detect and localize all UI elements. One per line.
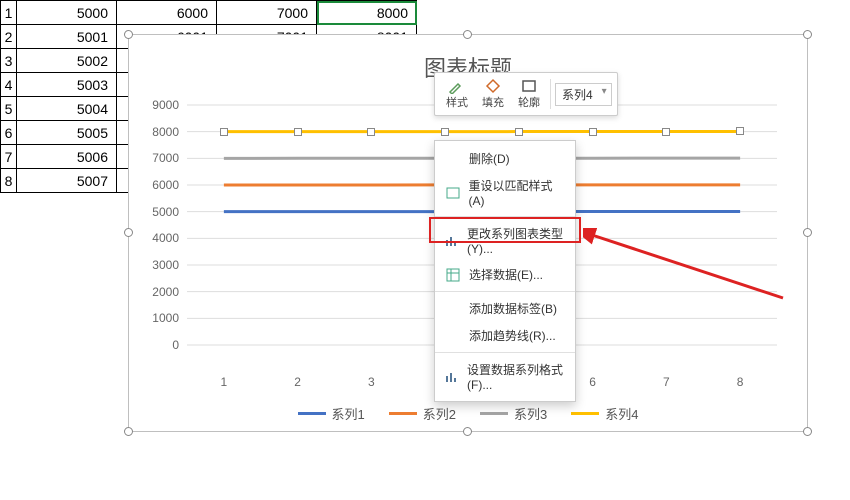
row-index: 1 (1, 1, 17, 25)
row-index: 2 (1, 25, 17, 49)
resize-handle[interactable] (803, 228, 812, 237)
blank-icon (445, 302, 461, 316)
x-tick-label: 6 (589, 375, 596, 389)
resize-handle[interactable] (463, 427, 472, 436)
blank-icon (445, 152, 461, 166)
cell[interactable]: 5006 (17, 145, 117, 169)
resize-handle[interactable] (124, 228, 133, 237)
fill-button[interactable]: 填充 (476, 76, 510, 112)
row-index: 8 (1, 169, 17, 193)
series-selection-marker[interactable] (662, 128, 670, 136)
cell[interactable]: 6000 (117, 1, 217, 25)
x-tick-label: 8 (737, 375, 744, 389)
blank-icon (445, 329, 461, 343)
cell[interactable]: 7000 (217, 1, 317, 25)
series-select-dropdown[interactable]: 系列4 (555, 83, 612, 106)
resize-handle[interactable] (463, 30, 472, 39)
x-tick-label: 3 (368, 375, 375, 389)
mini-btn-label: 轮廓 (518, 94, 540, 110)
mini-btn-label: 样式 (446, 94, 468, 110)
resize-handle[interactable] (803, 427, 812, 436)
series-selection-marker[interactable] (515, 128, 523, 136)
x-tick-label: 1 (221, 375, 228, 389)
y-tick-label: 4000 (139, 231, 179, 245)
cell[interactable]: 5003 (17, 73, 117, 97)
mini-btn-label: 填充 (482, 94, 504, 110)
cell[interactable]: 5005 (17, 121, 117, 145)
select-data-icon (445, 268, 461, 282)
ctx-change-type[interactable]: 更改系列图表类型(Y)... (435, 220, 575, 261)
series-selection-marker[interactable] (736, 127, 744, 135)
separator (435, 291, 575, 292)
row-index: 7 (1, 145, 17, 169)
ctx-reset-style[interactable]: 重设以匹配样式(A) (435, 172, 575, 213)
legend-label: 系列1 (332, 404, 365, 423)
resize-handle[interactable] (124, 427, 133, 436)
reset-icon (445, 186, 460, 200)
y-tick-label: 1000 (139, 311, 179, 325)
x-tick-label: 7 (663, 375, 670, 389)
active-cell[interactable]: 8000 (317, 1, 417, 25)
chart-legend[interactable]: 系列1 系列2 系列3 系列4 (129, 404, 807, 423)
y-tick-label: 7000 (139, 151, 179, 165)
bucket-icon (484, 78, 502, 94)
separator (435, 352, 575, 353)
cell[interactable]: 5007 (17, 169, 117, 193)
series-selection-marker[interactable] (294, 128, 302, 136)
legend-swatch (389, 412, 417, 415)
y-tick-label: 0 (139, 338, 179, 352)
x-tick-label: 2 (294, 375, 301, 389)
y-tick-label: 3000 (139, 258, 179, 272)
separator (435, 216, 575, 217)
outline-icon (520, 78, 538, 94)
legend-label: 系列4 (605, 404, 638, 423)
cell[interactable]: 5000 (17, 1, 117, 25)
chart-type-icon (445, 234, 459, 248)
separator (550, 79, 551, 109)
outline-button[interactable]: 轮廓 (512, 76, 546, 112)
row-index: 4 (1, 73, 17, 97)
series-selection-marker[interactable] (367, 128, 375, 136)
cell[interactable]: 5004 (17, 97, 117, 121)
legend-swatch (571, 412, 599, 415)
ctx-add-trendline[interactable]: 添加趋势线(R)... (435, 322, 575, 349)
resize-handle[interactable] (803, 30, 812, 39)
legend-swatch (298, 412, 326, 415)
y-tick-label: 8000 (139, 125, 179, 139)
resize-handle[interactable] (124, 30, 133, 39)
cell[interactable]: 5001 (17, 25, 117, 49)
series-context-menu: 删除(D) 重设以匹配样式(A) 更改系列图表类型(Y)... 选择数据(E).… (434, 140, 576, 402)
brush-icon (448, 78, 466, 94)
row-index: 5 (1, 97, 17, 121)
row-index: 6 (1, 121, 17, 145)
ctx-select-data[interactable]: 选择数据(E)... (435, 261, 575, 288)
series-selection-marker[interactable] (220, 128, 228, 136)
style-button[interactable]: 样式 (440, 76, 474, 112)
legend-item[interactable]: 系列1 (298, 404, 365, 423)
y-tick-label: 2000 (139, 285, 179, 299)
legend-item[interactable]: 系列3 (480, 404, 547, 423)
legend-label: 系列3 (514, 404, 547, 423)
series-selection-marker[interactable] (441, 128, 449, 136)
legend-item[interactable]: 系列2 (389, 404, 456, 423)
format-icon (445, 370, 459, 384)
cell[interactable]: 5002 (17, 49, 117, 73)
legend-swatch (480, 412, 508, 415)
row-index: 3 (1, 49, 17, 73)
ctx-add-labels[interactable]: 添加数据标签(B) (435, 295, 575, 322)
legend-label: 系列2 (423, 404, 456, 423)
series-selection-marker[interactable] (589, 128, 597, 136)
y-tick-label: 6000 (139, 178, 179, 192)
legend-item[interactable]: 系列4 (571, 404, 638, 423)
ctx-delete[interactable]: 删除(D) (435, 145, 575, 172)
ctx-format-series[interactable]: 设置数据系列格式(F)... (435, 356, 575, 397)
y-tick-label: 5000 (139, 205, 179, 219)
y-tick-label: 9000 (139, 98, 179, 112)
series-format-mini-toolbar: 样式 填充 轮廓 系列4 (434, 72, 618, 116)
